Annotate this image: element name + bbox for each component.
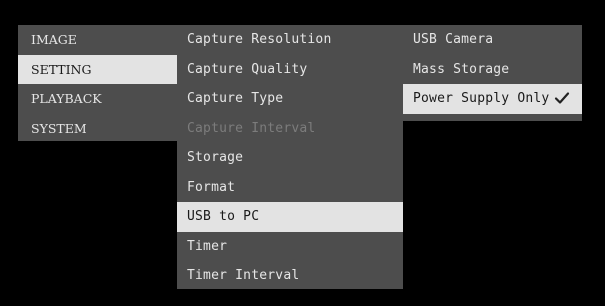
usb-option-mass-storage[interactable]: Mass Storage [403, 55, 582, 85]
category-item-playback[interactable]: PLAYBACK [18, 84, 177, 114]
setting-item-storage[interactable]: Storage [177, 143, 403, 173]
setting-item-capture-resolution[interactable]: Capture Resolution [177, 25, 403, 55]
category-item-image[interactable]: IMAGE [18, 25, 177, 55]
setting-item-capture-quality[interactable]: Capture Quality [177, 55, 403, 85]
setting-item-format[interactable]: Format [177, 173, 403, 203]
checkmark-icon [554, 92, 570, 104]
settings-menu: Capture Resolution Capture Quality Captu… [177, 25, 403, 289]
usb-option-power-supply-only[interactable]: Power Supply Only [403, 84, 582, 114]
usb-option-usb-camera[interactable]: USB Camera [403, 25, 582, 55]
setting-item-capture-interval: Capture Interval [187, 120, 316, 136]
setting-item-usb-to-pc[interactable]: USB to PC [177, 202, 403, 232]
category-item-setting[interactable]: SETTING [18, 54, 177, 84]
setting-item-capture-type[interactable]: Capture Type [177, 84, 403, 114]
usb-option-label: Power Supply Only [413, 91, 550, 107]
category-menu: IMAGE SETTING PLAYBACK SYSTEM [18, 25, 177, 141]
setting-item-timer-interval[interactable]: Timer Interval [177, 261, 403, 291]
setting-item-timer[interactable]: Timer [177, 232, 403, 262]
category-item-system[interactable]: SYSTEM [18, 114, 177, 144]
usb-options-menu: USB Camera Mass Storage Power Supply Onl… [403, 25, 582, 121]
